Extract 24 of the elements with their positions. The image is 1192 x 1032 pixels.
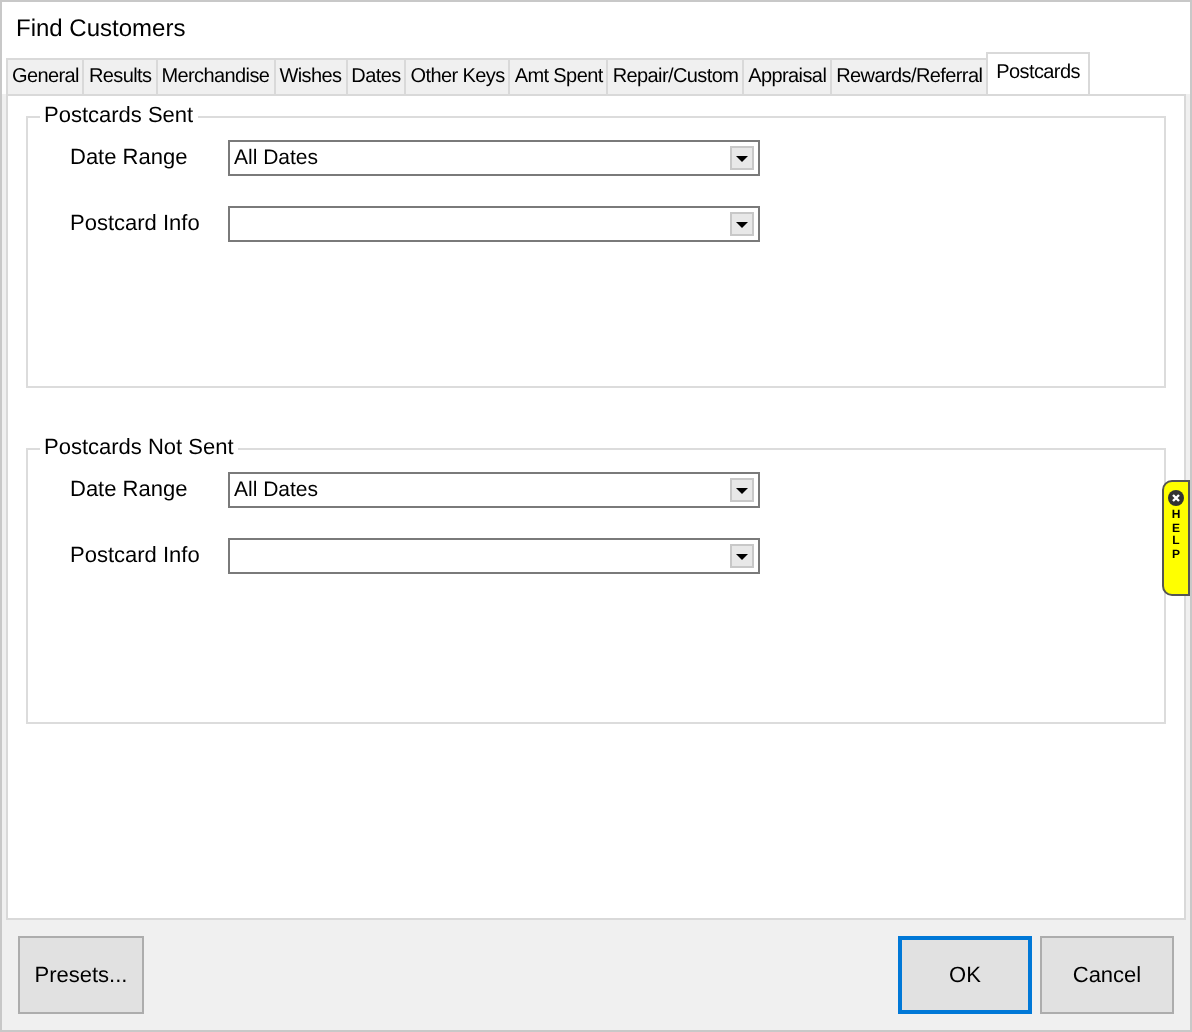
dialog-button[interactable]: OK [898, 936, 1032, 1014]
tab[interactable]: Dates [345, 58, 407, 94]
dialog-button[interactable]: Cancel [1040, 936, 1174, 1014]
tab[interactable]: Results [82, 58, 158, 94]
tab[interactable]: Repair/Custom [606, 58, 745, 94]
dropdown-field[interactable] [228, 206, 760, 242]
dialog-button[interactable]: Presets... [18, 936, 144, 1014]
dropdown-field[interactable] [228, 538, 760, 574]
dropdown-field[interactable]: All Dates [228, 472, 760, 508]
field-label: Date Range [70, 478, 190, 502]
tab[interactable]: Appraisal [742, 58, 833, 94]
tab[interactable]: Postcards [986, 52, 1090, 94]
tab[interactable]: Wishes [273, 58, 348, 94]
tab[interactable]: Amt Spent [508, 58, 609, 94]
tab[interactable]: Other Keys [404, 58, 511, 94]
tab[interactable]: Rewards/Referral [830, 58, 989, 94]
field-label: Postcard Info [70, 544, 202, 568]
window-title: Find Customers [2, 2, 1190, 56]
close-icon[interactable] [1168, 490, 1184, 506]
tab[interactable]: Merchandise [155, 58, 276, 94]
field-label: Date Range [70, 146, 190, 170]
dropdown-field[interactable]: All Dates [228, 140, 760, 176]
tab[interactable]: General [6, 58, 85, 94]
field-label: Postcard Info [70, 212, 202, 236]
